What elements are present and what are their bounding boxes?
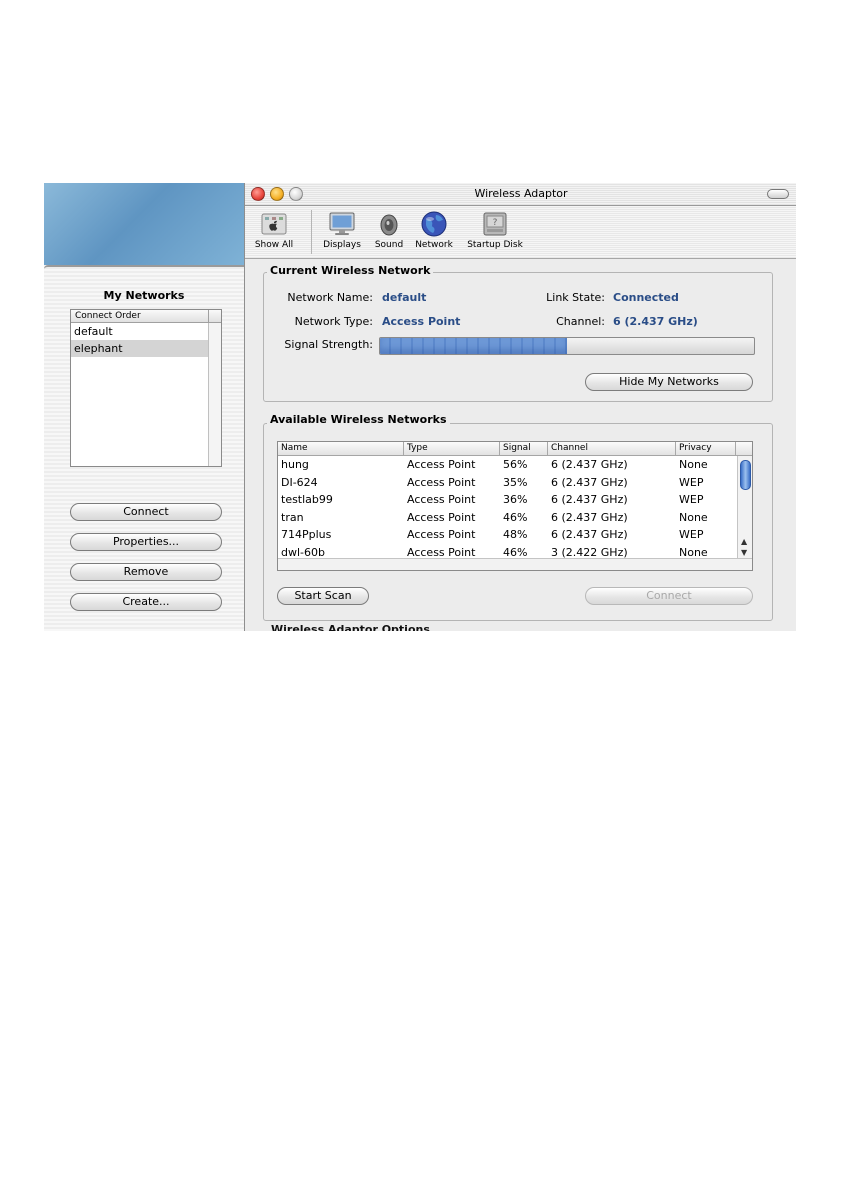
available-networks-group-label: Available Wireless Networks [267, 413, 450, 426]
channel-cell: 6 (2.437 GHz) [551, 475, 628, 489]
column-header-type[interactable]: Type [404, 442, 500, 455]
scroll-down-arrow[interactable]: ▼ [741, 548, 747, 557]
connect-button[interactable]: Connect [70, 503, 222, 521]
properties-button[interactable]: Properties... [70, 533, 222, 551]
network-type-cell: Access Point [407, 475, 476, 489]
apple-icon [260, 210, 288, 238]
column-header-privacy[interactable]: Privacy [676, 442, 736, 455]
list-scrollbar[interactable] [208, 323, 221, 466]
privacy-cell: None [679, 510, 708, 524]
network-name-cell: 714Pplus [281, 528, 332, 542]
current-network-group-label: Current Wireless Network [267, 264, 434, 277]
signal-cell: 36% [503, 493, 528, 507]
display-icon [328, 210, 356, 238]
channel-cell: 6 (2.437 GHz) [551, 493, 628, 507]
remove-button[interactable]: Remove [70, 563, 222, 581]
disk-icon: ? [481, 210, 509, 238]
signal-cell: 35% [503, 475, 528, 489]
network-button[interactable]: Network [411, 210, 457, 250]
my-networks-list[interactable]: Connect Order default elephant [70, 309, 222, 467]
table-row[interactable]: 714Pplus Access Point 48% 6 (2.437 GHz) WEP [278, 526, 752, 544]
network-type-value: Access Point [382, 315, 461, 328]
desktop-background [44, 183, 244, 265]
column-header-name[interactable]: Name [278, 442, 404, 455]
table-body: hung Access Point 56% 6 (2.437 GHz) None DI-6… [278, 456, 752, 562]
signal-cell: 46% [503, 510, 528, 524]
startup-disk-button[interactable]: ? Startup Disk [461, 210, 529, 250]
screenshot: My Networks Connect Order default elepha… [44, 183, 796, 631]
link-state-value: Connected [613, 291, 679, 304]
signal-cell: 56% [503, 458, 528, 471]
column-header-signal[interactable]: Signal [500, 442, 548, 455]
list-item[interactable]: default [71, 323, 208, 340]
network-name-cell: tran [281, 510, 304, 524]
svg-text:?: ? [493, 218, 498, 228]
signal-strength-fill [380, 338, 567, 354]
start-scan-button[interactable]: Start Scan [277, 587, 369, 605]
table-horizontal-scrollbar[interactable] [278, 558, 752, 570]
show-all-button[interactable]: Show All [251, 210, 297, 250]
scrollbar-thumb[interactable] [740, 460, 751, 490]
toolbar: Show All Displays Sound Network ? Startu… [245, 206, 796, 259]
channel-cell: 6 (2.437 GHz) [551, 458, 628, 471]
network-name-value: default [382, 291, 427, 304]
table-row[interactable]: tran Access Point 46% 6 (2.437 GHz) None [278, 509, 752, 527]
table-row[interactable]: testlab99 Access Point 36% 6 (2.437 GHz) WEP [278, 491, 752, 509]
network-label: Network [415, 240, 453, 250]
title-bar[interactable]: Wireless Adaptor [245, 183, 796, 206]
table-vertical-scrollbar[interactable]: ▲ ▼ [737, 456, 752, 558]
privacy-cell: None [679, 458, 708, 471]
connect-network-button[interactable]: Connect [585, 587, 753, 605]
signal-cell: 48% [503, 528, 528, 542]
privacy-cell: WEP [679, 528, 704, 542]
privacy-cell: WEP [679, 493, 704, 507]
drawer-title: My Networks [103, 289, 185, 302]
privacy-cell: WEP [679, 475, 704, 489]
channel-cell: 6 (2.437 GHz) [551, 528, 628, 542]
link-state-label: Link State: [546, 291, 605, 304]
sound-label: Sound [374, 240, 404, 250]
network-type-cell: Access Point [407, 510, 476, 524]
sound-button[interactable]: Sound [369, 210, 409, 250]
column-header-connect-order[interactable]: Connect Order [71, 310, 221, 323]
displays-label: Displays [323, 240, 361, 250]
preferences-window: Wireless Adaptor Show All Displays Sound… [244, 183, 796, 631]
globe-icon [420, 210, 448, 238]
signal-strength-label: Signal Strength: [284, 338, 373, 351]
network-name-label: Network Name: [287, 291, 373, 304]
hide-my-networks-button[interactable]: Hide My Networks [585, 373, 753, 391]
table-row[interactable]: DI-624 Access Point 35% 6 (2.437 GHz) WEP [278, 474, 752, 492]
signal-strength-bar [379, 337, 755, 355]
channel-label: Channel: [556, 315, 605, 328]
create-button[interactable]: Create... [70, 593, 222, 611]
table-row[interactable]: hung Access Point 56% 6 (2.437 GHz) None [278, 456, 752, 474]
network-type-cell: Access Point [407, 458, 476, 471]
my-networks-drawer: My Networks Connect Order default elepha… [44, 265, 245, 631]
network-name-cell: hung [281, 458, 309, 471]
available-networks-table[interactable]: Name Type Signal Channel Privacy hung Acc… [277, 441, 753, 571]
speaker-icon [375, 210, 403, 238]
channel-value: 6 (2.437 GHz) [613, 315, 698, 328]
channel-cell: 6 (2.437 GHz) [551, 510, 628, 524]
table-header: Name Type Signal Channel Privacy [278, 442, 752, 456]
toolbar-separator [311, 210, 312, 254]
adaptor-options-group-label: Wireless Adaptor Options [271, 623, 430, 631]
network-type-cell: Access Point [407, 493, 476, 507]
network-name-cell: DI-624 [281, 475, 318, 489]
startup-disk-label: Startup Disk [467, 240, 523, 250]
network-type-label: Network Type: [294, 315, 373, 328]
scroll-up-arrow[interactable]: ▲ [741, 537, 747, 546]
network-name-cell: testlab99 [281, 493, 333, 507]
window-title: Wireless Adaptor [474, 187, 568, 200]
column-header-channel[interactable]: Channel [548, 442, 676, 455]
network-type-cell: Access Point [407, 528, 476, 542]
displays-button[interactable]: Displays [319, 210, 365, 250]
toolbar-toggle-button[interactable] [767, 189, 789, 199]
list-item-selected[interactable]: elephant [71, 340, 208, 357]
show-all-label: Show All [254, 240, 294, 250]
